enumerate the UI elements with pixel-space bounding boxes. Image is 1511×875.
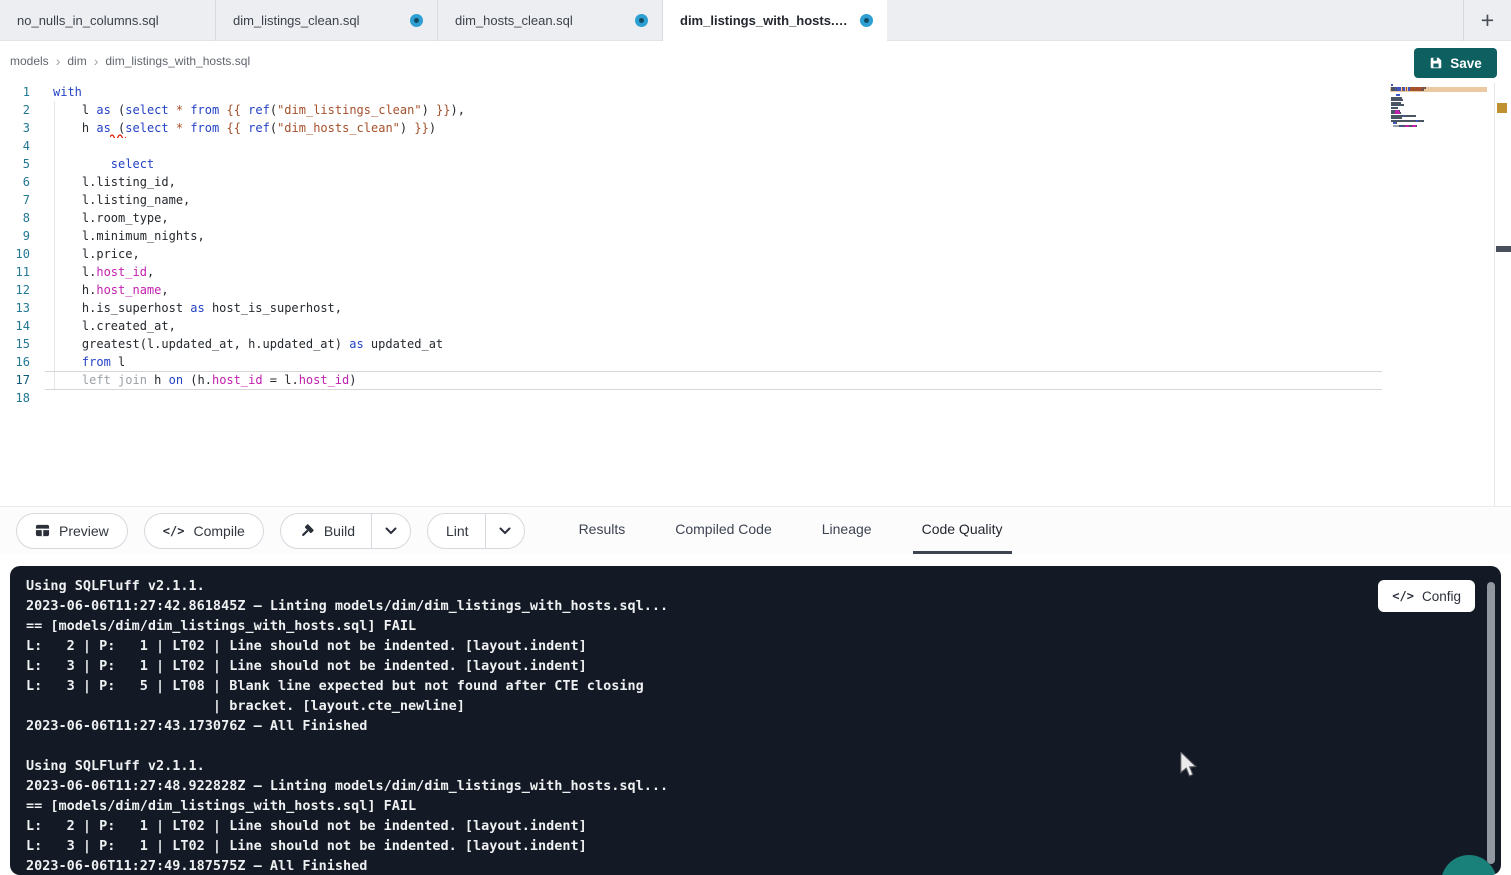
- breadcrumb-segment[interactable]: models: [10, 54, 49, 68]
- modified-dot-icon: [410, 14, 423, 27]
- action-toolbar: Preview </> Compile Build: [0, 506, 1511, 554]
- line-number: 5: [0, 155, 45, 173]
- tab-no_nulls_in_columns.sql[interactable]: no_nulls_in_columns.sql: [0, 0, 215, 41]
- overview-ruler-warning-marker: [1497, 103, 1507, 113]
- new-tab-button[interactable]: +: [1463, 0, 1511, 41]
- lint-split-button: Lint: [427, 513, 525, 549]
- code-line[interactable]: l as (select * from {{ ref("dim_listings…: [53, 101, 1381, 119]
- chevron-down-icon: [499, 527, 511, 535]
- breadcrumb-segment[interactable]: dim: [67, 54, 86, 68]
- tab-label: dim_listings_with_hosts.sql: [680, 13, 850, 28]
- overview-ruler-cursor-marker: [1496, 246, 1511, 252]
- terminal-output-panel: Using SQLFluff v2.1.1. 2023-06-06T11:27:…: [10, 566, 1501, 875]
- build-label: Build: [324, 523, 355, 539]
- save-label: Save: [1450, 56, 1482, 71]
- code-line[interactable]: h.host_name,: [53, 281, 1381, 299]
- minimap[interactable]: [1390, 84, 1487, 144]
- code-line[interactable]: l.created_at,: [53, 317, 1381, 335]
- breadcrumb-segment[interactable]: dim_listings_with_hosts.sql: [105, 54, 250, 68]
- hammer-icon: [299, 523, 315, 539]
- line-number: 15: [0, 335, 45, 353]
- line-number: 8: [0, 209, 45, 227]
- code-line[interactable]: l.host_id,: [53, 263, 1381, 281]
- breadcrumb-separator: ›: [94, 55, 99, 67]
- minimap-line: [1391, 125, 1417, 127]
- line-number: 2: [0, 101, 45, 119]
- tab-label: dim_hosts_clean.sql: [455, 13, 625, 28]
- code-line[interactable]: l.listing_id,: [53, 173, 1381, 191]
- code-line[interactable]: from l: [53, 353, 1381, 371]
- line-number: 17: [0, 371, 45, 389]
- code-line[interactable]: h as (select * from {{ ref("dim_hosts_cl…: [53, 119, 1381, 137]
- modified-dot-icon: [635, 14, 648, 27]
- panel-tab-compiled-code[interactable]: Compiled Code: [666, 507, 781, 554]
- tab-label: dim_listings_clean.sql: [233, 13, 400, 28]
- code-line[interactable]: select: [53, 155, 1381, 173]
- chevron-down-icon: [385, 527, 397, 535]
- lint-dropdown-button[interactable]: [485, 514, 524, 548]
- panel-tab-code-quality[interactable]: Code Quality: [913, 507, 1012, 554]
- code-line[interactable]: l.minimum_nights,: [53, 227, 1381, 245]
- build-button[interactable]: Build: [281, 514, 371, 548]
- code-brackets-icon: </>: [163, 524, 185, 538]
- code-brackets-icon: </>: [1392, 589, 1414, 603]
- code-line[interactable]: l.price,: [53, 245, 1381, 263]
- compile-label: Compile: [193, 523, 244, 539]
- save-icon: [1429, 56, 1443, 70]
- line-number: 12: [0, 281, 45, 299]
- build-split-button: Build: [280, 513, 411, 549]
- config-label: Config: [1422, 589, 1461, 604]
- tab-dim_listings_with_hosts.sql[interactable]: dim_listings_with_hosts.sql: [662, 0, 887, 41]
- code-editor[interactable]: 123456789101112131415161718 with l as (s…: [0, 83, 1511, 506]
- line-number: 3: [0, 119, 45, 137]
- overview-ruler-divider: [1494, 83, 1495, 506]
- line-number: 16: [0, 353, 45, 371]
- line-number: 4: [0, 137, 45, 155]
- line-number: 6: [0, 173, 45, 191]
- panel-tab-results[interactable]: Results: [570, 507, 635, 554]
- modified-dot-icon: [860, 14, 873, 27]
- dbt-cloud-ide: no_nulls_in_columns.sql dim_listings_clea…: [0, 0, 1511, 875]
- line-number: 14: [0, 317, 45, 335]
- file-header-bar: models › dim › dim_listings_with_hosts.sql S…: [0, 41, 1511, 83]
- code-line[interactable]: l.room_type,: [53, 209, 1381, 227]
- line-number: 10: [0, 245, 45, 263]
- line-number: 9: [0, 227, 45, 245]
- line-number-gutter: 123456789101112131415161718: [0, 83, 45, 407]
- breadcrumb-separator: ›: [56, 55, 61, 67]
- minimap-line: [1391, 89, 1424, 91]
- breadcrumb: models › dim › dim_listings_with_hosts.sql: [10, 54, 250, 68]
- preview-button[interactable]: Preview: [16, 513, 128, 549]
- lint-button[interactable]: Lint: [428, 514, 485, 548]
- save-button[interactable]: Save: [1414, 48, 1497, 78]
- preview-label: Preview: [59, 523, 109, 539]
- code-line[interactable]: left join h on (h.host_id = l.host_id): [53, 371, 1381, 389]
- code-line[interactable]: [53, 389, 1381, 407]
- code-line[interactable]: [53, 137, 1381, 155]
- result-panel-tabs: Results Compiled Code Lineage Code Quality: [570, 507, 1012, 554]
- tab-dim_listings_clean.sql[interactable]: dim_listings_clean.sql: [215, 0, 437, 41]
- line-number: 1: [0, 83, 45, 101]
- preview-table-icon: [35, 523, 50, 538]
- tab-dim_hosts_clean.sql[interactable]: dim_hosts_clean.sql: [437, 0, 662, 41]
- lint-log-text: Using SQLFluff v2.1.1. 2023-06-06T11:27:…: [26, 576, 668, 875]
- terminal-scrollbar[interactable]: [1487, 582, 1495, 864]
- line-number: 18: [0, 389, 45, 407]
- line-number: 7: [0, 191, 45, 209]
- line-number: 11: [0, 263, 45, 281]
- code-content[interactable]: with l as (select * from {{ ref("dim_lis…: [53, 83, 1381, 407]
- lint-label: Lint: [446, 523, 469, 539]
- compile-button[interactable]: </> Compile: [144, 513, 264, 549]
- code-line[interactable]: h.is_superhost as host_is_superhost,: [53, 299, 1381, 317]
- editor-tab-bar: no_nulls_in_columns.sql dim_listings_clea…: [0, 0, 1511, 41]
- tab-label: no_nulls_in_columns.sql: [17, 13, 201, 28]
- code-line[interactable]: with: [53, 83, 1381, 101]
- line-number: 13: [0, 299, 45, 317]
- config-button[interactable]: </> Config: [1378, 580, 1475, 612]
- code-line[interactable]: l.listing_name,: [53, 191, 1381, 209]
- panel-tab-lineage[interactable]: Lineage: [813, 507, 881, 554]
- code-line[interactable]: greatest(l.updated_at, h.updated_at) as …: [53, 335, 1381, 353]
- build-dropdown-button[interactable]: [371, 514, 410, 548]
